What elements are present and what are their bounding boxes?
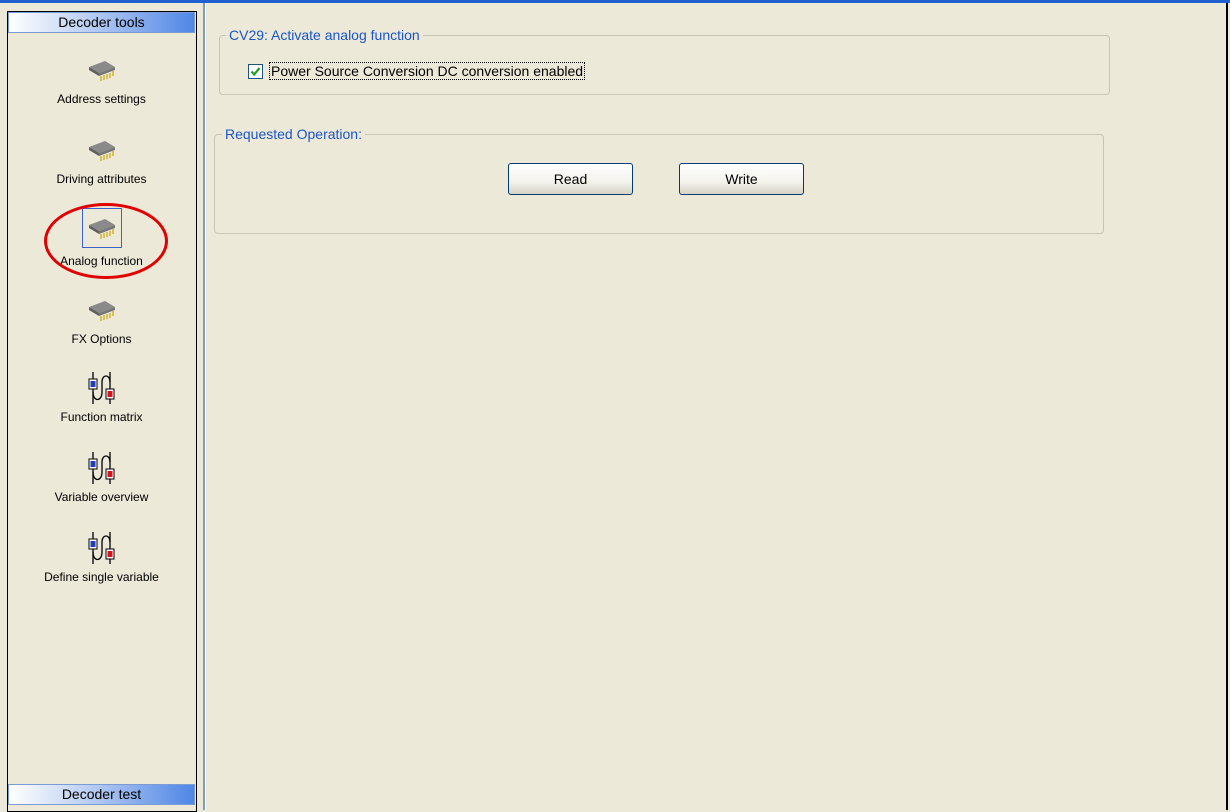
main-panel xyxy=(205,3,1227,810)
dc-conversion-label[interactable]: Power Source Conversion DC conversion en… xyxy=(269,62,586,80)
decoder-tools-header[interactable]: Decoder tools xyxy=(8,12,195,33)
sidebar-item-label: Variable overview xyxy=(54,490,149,504)
sidebar-item-variable-overview[interactable]: Variable overview xyxy=(8,450,195,504)
dc-conversion-checkbox[interactable] xyxy=(248,63,263,79)
requested-operation-title: Requested Operation: xyxy=(222,126,365,142)
requested-operation-group: Requested Operation: Read Write xyxy=(214,126,1104,234)
write-button[interactable]: Write xyxy=(679,163,804,195)
dc-conversion-checkbox-row[interactable]: Power Source Conversion DC conversion en… xyxy=(248,62,586,80)
sidebar-item-label: Address settings xyxy=(57,92,146,106)
sidebar-item-label: Function matrix xyxy=(60,410,143,424)
mixer-ab-icon xyxy=(82,530,122,566)
decoder-test-header[interactable]: Decoder test xyxy=(8,784,195,805)
checkmark-icon xyxy=(250,66,261,76)
sidebar-item-address-settings[interactable]: Address settings xyxy=(8,52,195,106)
sidebar-item-label: FX Options xyxy=(71,332,132,346)
chip-icon xyxy=(82,132,122,168)
sidebar-item-fx-options[interactable]: FX Options xyxy=(8,292,195,346)
window-right-border xyxy=(1226,3,1228,810)
sidebar-item-analog-function[interactable]: Analog function xyxy=(8,208,195,268)
cv29-group-title: CV29: Activate analog function xyxy=(226,27,423,43)
sidebar-item-label: Driving attributes xyxy=(56,172,147,186)
cv29-group: CV29: Activate analog function Power Sou… xyxy=(219,27,1110,95)
sidebar-item-define-single-variable[interactable]: Define single variable xyxy=(8,530,195,584)
sidebar-item-function-matrix[interactable]: Function matrix xyxy=(8,370,195,424)
chip-icon xyxy=(82,52,122,88)
mixer-ab-icon xyxy=(82,370,122,406)
chip-icon xyxy=(82,292,122,328)
sidebar-item-label: Analog function xyxy=(60,254,143,268)
chip-icon xyxy=(81,208,122,248)
read-button[interactable]: Read xyxy=(508,163,633,195)
mixer-ab-icon xyxy=(82,450,122,486)
sidebar-item-driving-attributes[interactable]: Driving attributes xyxy=(8,132,195,186)
sidebar-item-label: Define single variable xyxy=(44,570,159,584)
